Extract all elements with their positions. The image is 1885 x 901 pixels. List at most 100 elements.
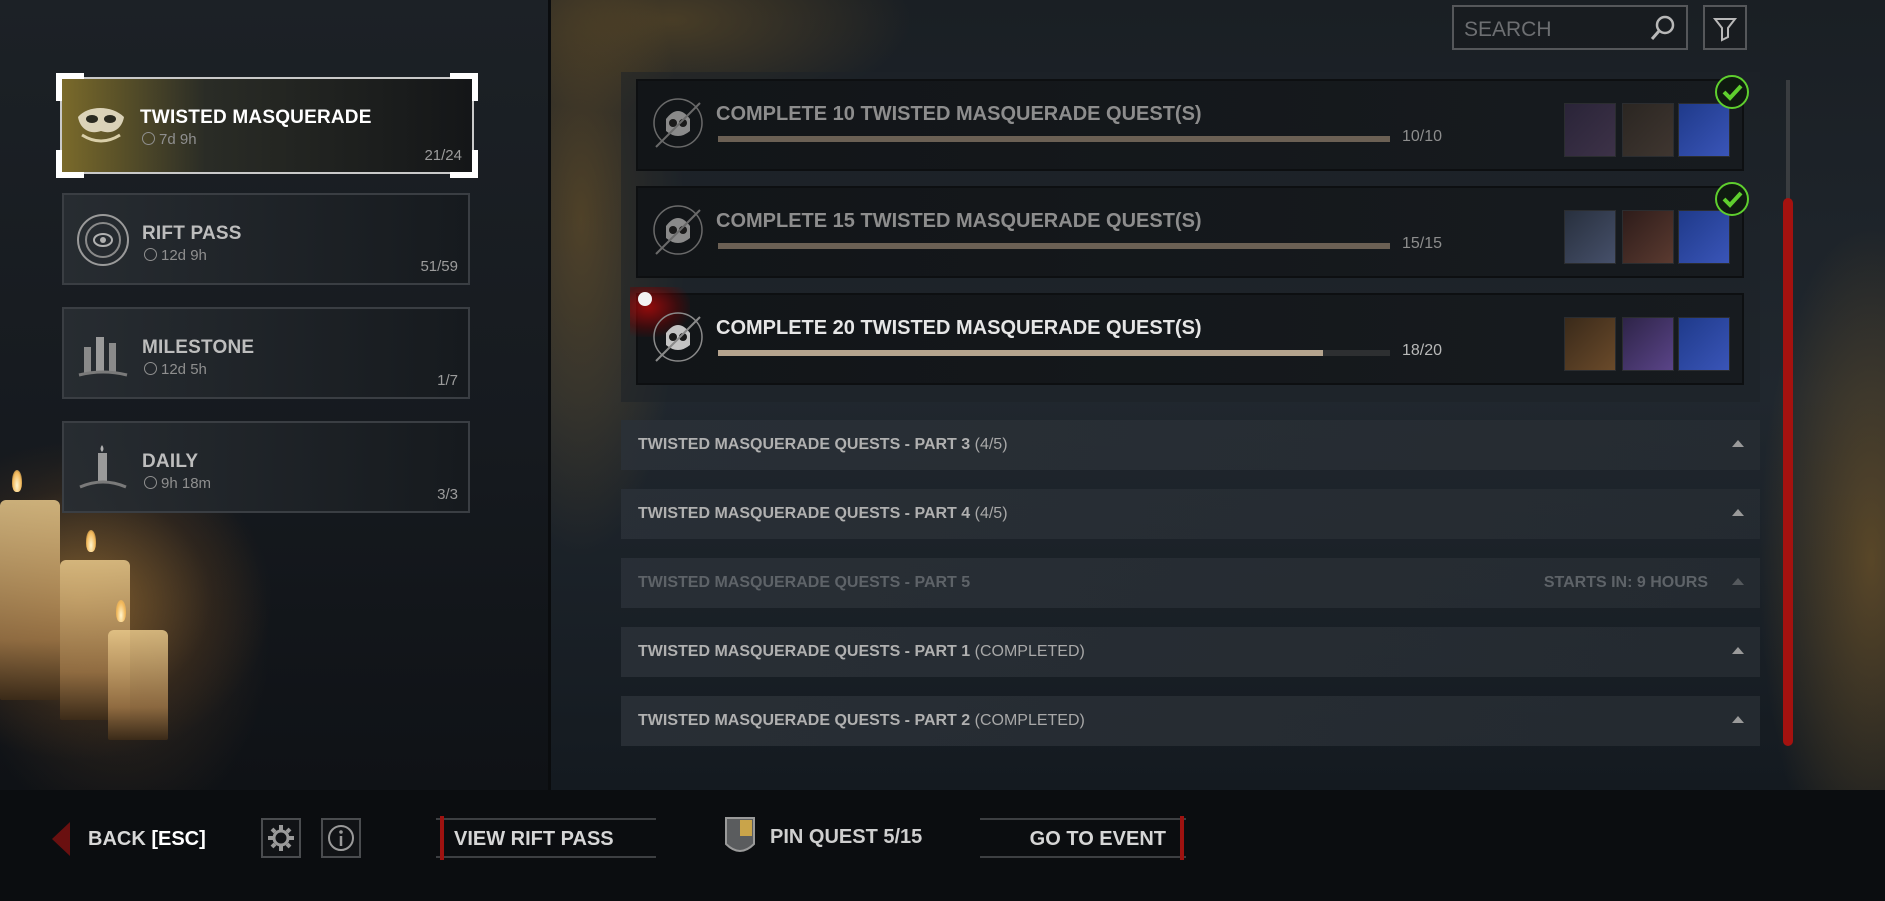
info-icon (328, 825, 354, 851)
quest-progress-text: 18/20 (1402, 342, 1443, 359)
tab-progress-count: 3/3 (437, 486, 458, 503)
completed-check-icon (1715, 75, 1749, 109)
back-key-hint: [ESC] (151, 828, 206, 850)
view-rift-pass-button[interactable]: VIEW RIFT PASS (436, 816, 656, 860)
pin-badge-icon (725, 817, 755, 852)
clock-icon (142, 132, 155, 145)
tab-progress-count: 21/24 (424, 147, 462, 164)
quest-title: COMPLETE 20 TWISTED MASQUERADE QUEST(S) (716, 317, 1202, 339)
reward-item-icon[interactable] (1564, 317, 1616, 371)
go-to-event-button[interactable]: GO TO EVENT (980, 816, 1186, 860)
quest-title: COMPLETE 15 TWISTED MASQUERADE QUEST(S) (716, 210, 1202, 232)
quest-title: COMPLETE 10 TWISTED MASQUERADE QUEST(S) (716, 103, 1202, 125)
filter-button[interactable] (1703, 5, 1747, 50)
section-starts-in: STARTS IN: 9 HOURS (1543, 574, 1708, 591)
search-input[interactable]: SEARCH (1452, 5, 1688, 50)
back-text: BACK (88, 828, 146, 850)
section-title: TWISTED MASQUERADE QUESTS - PART 2 (COMP… (638, 712, 1085, 730)
red-accent (440, 816, 444, 860)
section-part-3[interactable]: TWISTED MASQUERADE QUESTS - PART 3 (4/5) (621, 420, 1760, 470)
search-placeholder: SEARCH (1464, 18, 1552, 41)
section-name: TWISTED MASQUERADE QUESTS - PART 2 (638, 712, 971, 729)
section-status: (4/5) (974, 505, 1008, 522)
completed-check-icon (1715, 182, 1749, 216)
tab-timer: 9h 18m (144, 475, 211, 492)
tab-timer: 12d 5h (144, 361, 207, 378)
tab-time-text: 7d 9h (159, 131, 197, 148)
skull-mask-icon (653, 98, 703, 148)
tab-daily[interactable]: DAILY 9h 18m 3/3 (62, 421, 470, 513)
button-label: VIEW RIFT PASS (454, 828, 614, 850)
tab-title: MILESTONE (142, 337, 255, 358)
reward-item-icon[interactable] (1564, 103, 1616, 157)
tab-time-text: 9h 18m (161, 475, 212, 492)
chevron-up-icon[interactable] (1732, 440, 1744, 447)
pin-marker-icon[interactable] (638, 292, 652, 306)
quest-progress-text: 15/15 (1402, 235, 1443, 252)
tab-progress-count: 1/7 (437, 372, 458, 389)
tab-title: TWISTED MASQUERADE (140, 107, 372, 128)
chevron-up-icon[interactable] (1732, 647, 1744, 654)
section-part-2[interactable]: TWISTED MASQUERADE QUESTS - PART 2 (COMP… (621, 696, 1760, 746)
button-label: GO TO EVENT (1029, 828, 1166, 850)
candle-decoration (108, 630, 168, 740)
rift-pass-icon (77, 214, 129, 266)
quest-progress-text: 10/10 (1402, 128, 1443, 145)
quest-progress-bar (718, 136, 1390, 142)
reward-head-icon[interactable] (1622, 210, 1674, 264)
pin-quest-button[interactable]: PIN QUEST 5/15 (720, 814, 980, 860)
filter-icon (1712, 18, 1738, 42)
section-status: (COMPLETED) (974, 643, 1085, 660)
skull-mask-icon (653, 205, 703, 255)
selection-corner (450, 73, 478, 101)
skull-mask-icon (653, 312, 703, 362)
search-icon[interactable] (1648, 13, 1678, 43)
section-name: TWISTED MASQUERADE QUESTS - PART 5 (638, 574, 971, 591)
section-title: TWISTED MASQUERADE QUESTS - PART 4 (4/5) (638, 505, 1008, 523)
section-part-5[interactable]: TWISTED MASQUERADE QUESTS - PART 5 START… (621, 558, 1760, 608)
red-accent (1180, 816, 1184, 860)
reward-currency-icon[interactable] (1678, 210, 1730, 264)
section-part-4[interactable]: TWISTED MASQUERADE QUESTS - PART 4 (4/5) (621, 489, 1760, 539)
back-label: BACK [ESC] (88, 828, 206, 851)
masquerade-mask-icon (78, 108, 124, 143)
tab-twisted-masquerade[interactable]: TWISTED MASQUERADE 7d 9h 21/24 (56, 73, 478, 178)
tab-timer: 7d 9h (142, 131, 197, 148)
candle-flame (12, 470, 22, 492)
section-status: (COMPLETED) (974, 712, 1085, 729)
tab-milestone[interactable]: MILESTONE 12d 5h 1/7 (62, 307, 470, 399)
tab-time-text: 12d 5h (161, 361, 207, 378)
section-part-1[interactable]: TWISTED MASQUERADE QUESTS - PART 1 (COMP… (621, 627, 1760, 677)
chevron-up-icon[interactable] (1732, 716, 1744, 723)
candle-flame (116, 600, 126, 622)
settings-button[interactable] (261, 818, 301, 858)
quest-progress-fill (718, 350, 1323, 356)
quest-row-current[interactable]: COMPLETE 20 TWISTED MASQUERADE QUEST(S) … (630, 287, 1744, 385)
info-button[interactable] (321, 818, 361, 858)
section-title: TWISTED MASQUERADE QUESTS - PART 5 (638, 574, 970, 592)
quest-row[interactable]: COMPLETE 15 TWISTED MASQUERADE QUEST(S) … (636, 182, 1749, 278)
tab-timer: 12d 9h (144, 247, 207, 264)
clock-icon (144, 476, 157, 489)
reward-currency-icon[interactable] (1678, 317, 1730, 371)
section-name: TWISTED MASQUERADE QUESTS - PART 1 (638, 643, 971, 660)
quest-row[interactable]: COMPLETE 10 TWISTED MASQUERADE QUEST(S) … (636, 75, 1749, 171)
quest-progress-bar (718, 243, 1390, 249)
gear-icon (268, 825, 294, 851)
reward-outfit-icon[interactable] (1564, 210, 1616, 264)
scrollbar-thumb[interactable] (1783, 198, 1793, 746)
daily-candle-icon (79, 445, 127, 489)
chevron-up-icon[interactable] (1732, 578, 1744, 585)
tab-rift-pass[interactable]: RIFT PASS 12d 9h 51/59 (62, 193, 470, 285)
reward-outfit-icon[interactable] (1622, 103, 1674, 157)
clock-icon (144, 362, 157, 375)
chevron-up-icon[interactable] (1732, 509, 1744, 516)
back-arrow-icon (52, 822, 70, 856)
reward-currency-icon[interactable] (1678, 103, 1730, 157)
reward-outfit-icon[interactable] (1622, 317, 1674, 371)
clock-icon (144, 248, 157, 261)
tab-title: DAILY (142, 451, 199, 472)
tab-title: RIFT PASS (142, 223, 242, 244)
quest-progress-fill (718, 243, 1390, 249)
candle-flame (86, 530, 96, 552)
